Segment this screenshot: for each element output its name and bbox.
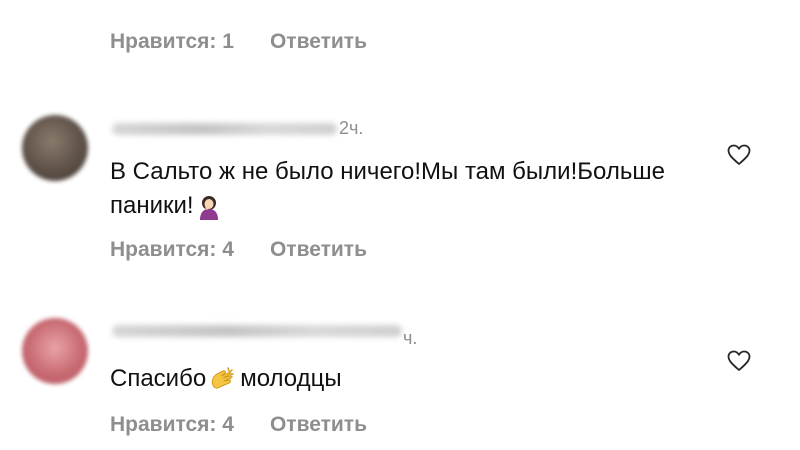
woman-facepalming-icon (199, 195, 218, 220)
avatar[interactable] (22, 318, 88, 384)
comment-actions: Нравится: 4 Ответить (110, 413, 367, 437)
clapping-hands-icon (212, 366, 234, 389)
reply-button[interactable]: Ответить (270, 30, 367, 54)
username-blurred[interactable] (112, 123, 337, 135)
username-blurred[interactable] (112, 325, 402, 337)
reply-button[interactable]: Ответить (270, 238, 367, 262)
avatar[interactable] (22, 115, 88, 181)
like-heart-icon[interactable] (727, 144, 751, 166)
comment-text: Спасибо молодцы (110, 362, 670, 396)
likes-count-link[interactable]: Нравится: 4 (110, 238, 234, 262)
likes-count-link[interactable]: Нравится: 1 (110, 30, 234, 54)
comment-body: В Сальто ж не было ничего!Мы там были!Бо… (110, 158, 665, 219)
comment-body-start: Спасибо (110, 365, 207, 392)
like-heart-icon[interactable] (727, 350, 751, 372)
comment-actions: Нравится: 4 Ответить (110, 238, 367, 262)
comment-body-end: молодцы (240, 365, 342, 392)
likes-count-link[interactable]: Нравится: 4 (110, 413, 234, 437)
comment-timestamp: 2ч. (339, 118, 364, 138)
comment-text: В Сальто ж не было ничего!Мы там были!Бо… (110, 155, 670, 223)
comment-timestamp: ч. (403, 328, 418, 348)
reply-button[interactable]: Ответить (270, 413, 367, 437)
comment-actions-top: Нравится: 1 Ответить (110, 30, 367, 54)
